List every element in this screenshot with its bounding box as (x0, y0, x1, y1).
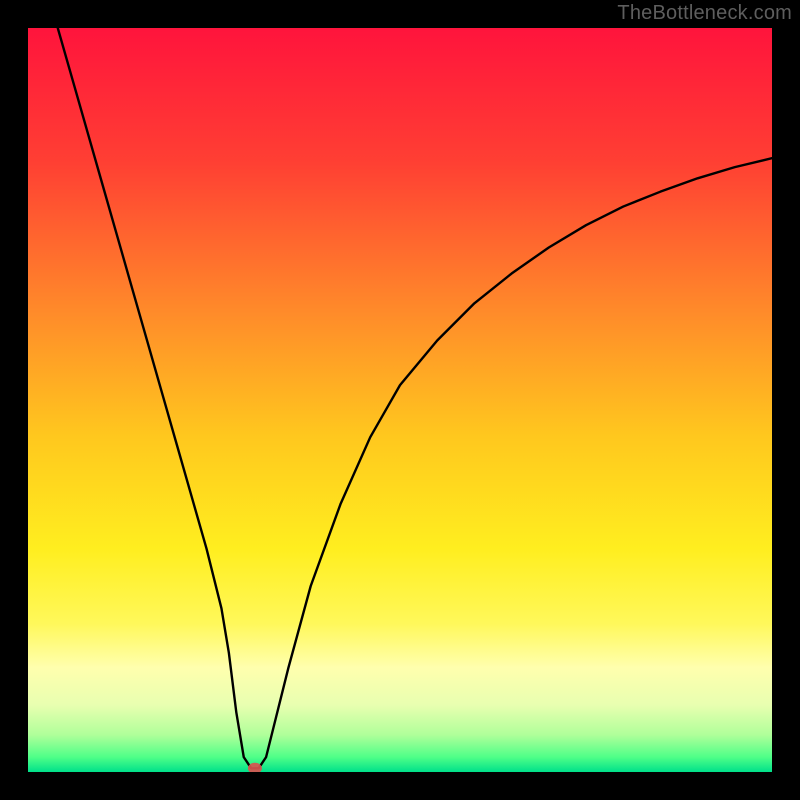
gradient-background (28, 28, 772, 772)
chart-container: TheBottleneck.com (0, 0, 800, 800)
watermark-text: TheBottleneck.com (617, 2, 792, 25)
plot-area (28, 28, 772, 772)
bottleneck-chart (28, 28, 772, 772)
